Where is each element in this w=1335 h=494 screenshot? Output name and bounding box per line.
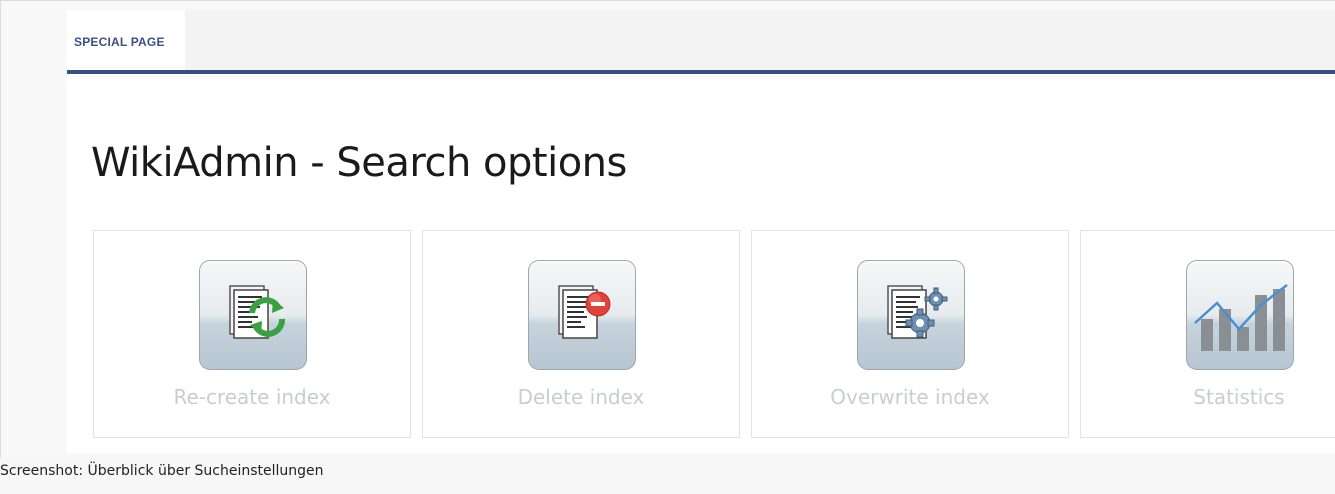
overwrite-index-button[interactable]: Overwrite index (751, 230, 1069, 438)
page-content: SPECIAL PAGE WikiAdmin - Search options (67, 10, 1335, 453)
page-title: WikiAdmin - Search options (91, 140, 627, 186)
tab-bar: SPECIAL PAGE (67, 10, 1335, 74)
tab-special-page-label: SPECIAL PAGE (74, 35, 165, 49)
search-options-tiles: Re-create index Delete index Overwrite i… (93, 230, 1335, 438)
delete-index-label: Delete index (517, 385, 645, 409)
document-delete-icon (528, 260, 636, 370)
delete-index-button[interactable]: Delete index (422, 230, 740, 438)
document-refresh-icon (199, 260, 307, 370)
document-gears-icon (857, 260, 965, 370)
overwrite-index-label: Overwrite index (830, 385, 990, 409)
recreate-index-label: Re-create index (173, 385, 331, 409)
recreate-index-button[interactable]: Re-create index (93, 230, 411, 438)
tab-special-page[interactable]: SPECIAL PAGE (67, 10, 185, 70)
screenshot-frame: SPECIAL PAGE WikiAdmin - Search options (0, 0, 1335, 458)
statistics-chart-icon (1186, 260, 1294, 370)
statistics-button[interactable]: Statistics (1080, 230, 1335, 438)
statistics-label: Statistics (1193, 385, 1285, 409)
screenshot-caption: Screenshot: Überblick über Sucheinstellu… (0, 463, 324, 479)
